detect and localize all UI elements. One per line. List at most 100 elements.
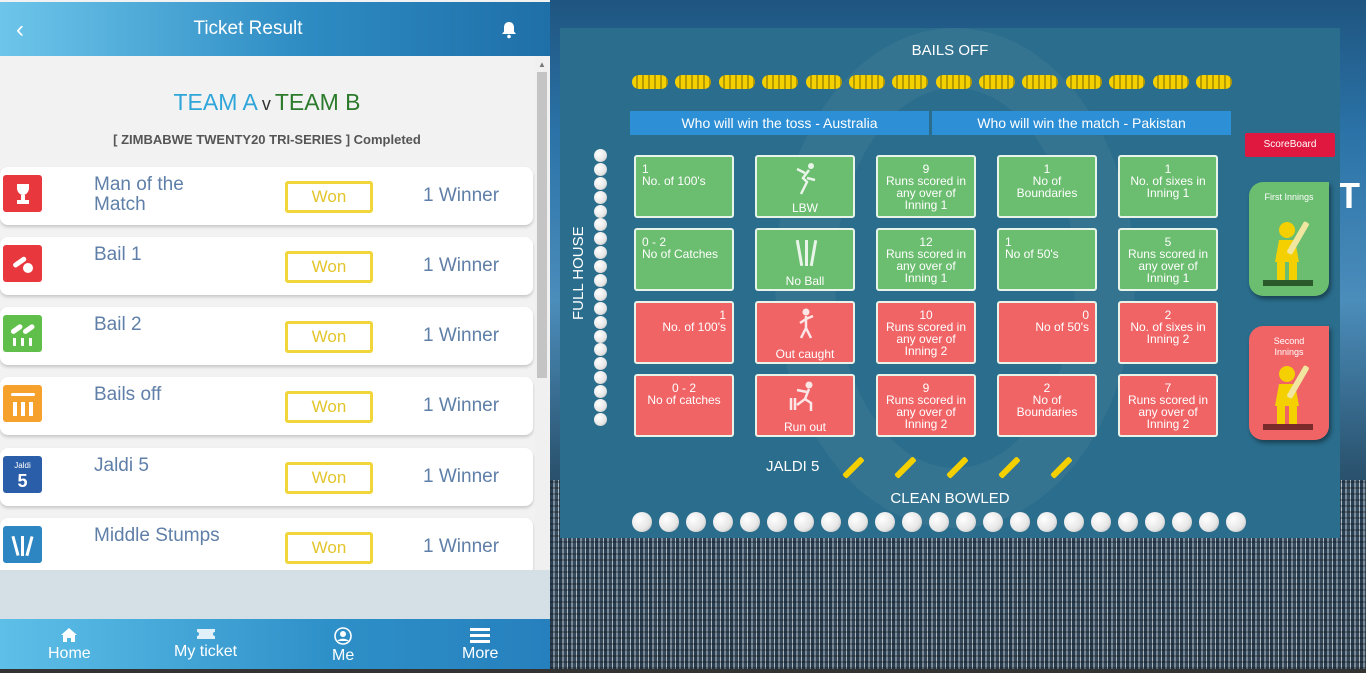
ball-icon: [767, 512, 787, 532]
cell-label: No. of 100's: [662, 320, 726, 334]
cell-no-of-100s-1[interactable]: 1 No. of 100's: [634, 155, 734, 218]
ball-icon: [594, 218, 607, 232]
result-name: Bail 2: [94, 314, 142, 335]
match-teams: TEAM Av TEAM B: [0, 89, 534, 116]
winner-count: 1 Winner: [423, 536, 500, 557]
nav-more[interactable]: More: [462, 627, 498, 663]
ball-icon: [956, 512, 976, 532]
cell-run-out[interactable]: Run out: [755, 374, 855, 437]
bails-off-title: BAILS OFF: [911, 42, 989, 59]
cell-no-of-100s-2[interactable]: 1 No. of 100's: [634, 301, 734, 364]
ball-icon: [1226, 512, 1246, 532]
cell-text: 1 No. of 100's: [638, 309, 726, 333]
cell-runs-inning-1-5[interactable]: 5 Runs scored in any over of Inning 1: [1118, 228, 1218, 291]
cell-label: Runs scored in any over of Inning 2: [885, 320, 967, 358]
full-house-label: FULL HOUSE: [570, 226, 587, 320]
cell-label: Out caught: [775, 347, 835, 361]
cell-out-caught[interactable]: Out caught: [755, 301, 855, 364]
cell-text: 2 No of Boundaries: [1003, 382, 1091, 418]
cell-label: No of Boundaries: [1016, 174, 1078, 200]
cell-runs-inning-2-7[interactable]: 7 Runs scored in any over of Inning 2: [1118, 374, 1218, 437]
toss-prediction[interactable]: Who will win the toss - Australia: [630, 111, 929, 135]
jaldi-5-icon: Jaldi 5: [3, 456, 42, 493]
content-footer-gap: [0, 570, 550, 619]
bail-icon: [1195, 75, 1232, 89]
cell-catches-1[interactable]: 0 - 2 No of Catches: [634, 228, 734, 291]
bail-icon: [892, 75, 929, 89]
batsman-icon: [1263, 221, 1313, 286]
bat-icon: [894, 457, 916, 479]
ball-icon: [1037, 512, 1057, 532]
scroll-up-icon[interactable]: ▲: [538, 60, 546, 69]
ball-icon: [740, 512, 760, 532]
stadium-background: T BAILS OFF Who will win the toss - Aust…: [550, 0, 1366, 669]
cell-boundaries-1[interactable]: 1 No of Boundaries: [997, 155, 1097, 218]
scrollbar-thumb[interactable]: [537, 72, 547, 378]
cell-boundaries-2[interactable]: 2 No of Boundaries: [997, 374, 1097, 437]
cell-text: 2 No. of sixes in Inning 2: [1124, 309, 1212, 345]
app-header: ‹ Ticket Result: [0, 2, 550, 56]
scrollbar[interactable]: ▲: [535, 56, 549, 570]
ball-icon: [875, 512, 895, 532]
bat-icon: [946, 457, 968, 479]
result-row-bail-1: Bail 1 Won 1 Winner: [0, 237, 533, 295]
cell-label: No. of 100's: [642, 174, 706, 188]
cell-sixes-inning-2[interactable]: 2 No. of sixes in Inning 2: [1118, 301, 1218, 364]
bail-icon: [935, 75, 972, 89]
second-innings-card[interactable]: Second Innings: [1249, 326, 1329, 440]
cell-label: Runs scored in any over of Inning 1: [1127, 247, 1209, 285]
full-house-balls: [594, 149, 608, 427]
ball-icon: [594, 287, 607, 301]
cell-label: Runs scored in any over of Inning 2: [1127, 393, 1209, 431]
cell-sixes-inning-1[interactable]: 1 No. of sixes in Inning 1: [1118, 155, 1218, 218]
ball-icon: [821, 512, 841, 532]
nav-label: Home: [48, 645, 91, 662]
jaldi-icon-text: Jaldi: [14, 460, 31, 470]
won-button[interactable]: Won: [285, 532, 373, 564]
cell-lbw[interactable]: LBW: [755, 155, 855, 218]
cell-no-ball[interactable]: No Ball: [755, 228, 855, 291]
winner-count: 1 Winner: [423, 395, 500, 416]
nav-my-ticket[interactable]: My ticket: [174, 627, 237, 661]
nav-me[interactable]: Me: [332, 627, 354, 665]
nav-home[interactable]: Home: [48, 627, 91, 663]
cell-label: No. of sixes in Inning 2: [1130, 320, 1206, 346]
ball-icon: [686, 512, 706, 532]
cell-label: No of Catches: [642, 247, 719, 261]
cell-no-of-50s-2[interactable]: 0 No of 50's: [997, 301, 1097, 364]
cell-text: 10 Runs scored in any over of Inning 2: [882, 309, 970, 357]
won-button[interactable]: Won: [285, 251, 373, 283]
bails-icon: [3, 315, 42, 352]
cell-text: 0 No of 50's: [1001, 309, 1089, 333]
cell-catches-2[interactable]: 0 - 2 No of catches: [634, 374, 734, 437]
batsman-icon: [1263, 365, 1313, 430]
won-button[interactable]: Won: [285, 462, 373, 494]
match-prediction[interactable]: Who will win the match - Pakistan: [932, 111, 1231, 135]
cell-label: No of Boundaries: [1016, 393, 1078, 419]
cell-runs-inning-1-12[interactable]: 12 Runs scored in any over of Inning 1: [876, 228, 976, 291]
bail-ball-icon: [3, 245, 42, 282]
won-button[interactable]: Won: [285, 181, 373, 213]
nav-label: More: [462, 645, 499, 662]
team-b: TEAM B: [274, 89, 361, 115]
cell-runs-inning-2-10[interactable]: 10 Runs scored in any over of Inning 2: [876, 301, 976, 364]
cell-runs-inning-1-9[interactable]: 9 Runs scored in any over of Inning 1: [876, 155, 976, 218]
run-out-icon: [789, 381, 813, 411]
ball-icon: [594, 357, 607, 371]
bell-icon[interactable]: [499, 20, 519, 40]
ball-icon: [902, 512, 922, 532]
scoreboard-button[interactable]: ScoreBoard: [1245, 133, 1335, 157]
cell-text: 1 No. of sixes in Inning 1: [1124, 163, 1212, 199]
cell-no-of-50s-1[interactable]: 1 No of 50's: [997, 228, 1097, 291]
won-button[interactable]: Won: [285, 391, 373, 423]
nav-label: Me: [332, 647, 355, 664]
cell-runs-inning-2-9[interactable]: 9 Runs scored in any over of Inning 2: [876, 374, 976, 437]
bail-icon: [979, 75, 1015, 89]
ball-icon: [713, 512, 733, 532]
won-button[interactable]: Won: [285, 321, 373, 353]
ball-icon: [929, 512, 949, 532]
result-name: Jaldi 5: [94, 455, 149, 476]
first-innings-card[interactable]: First Innings: [1249, 182, 1329, 296]
ball-icon: [594, 371, 607, 385]
clean-bowled-label: CLEAN BOWLED: [890, 490, 1010, 507]
